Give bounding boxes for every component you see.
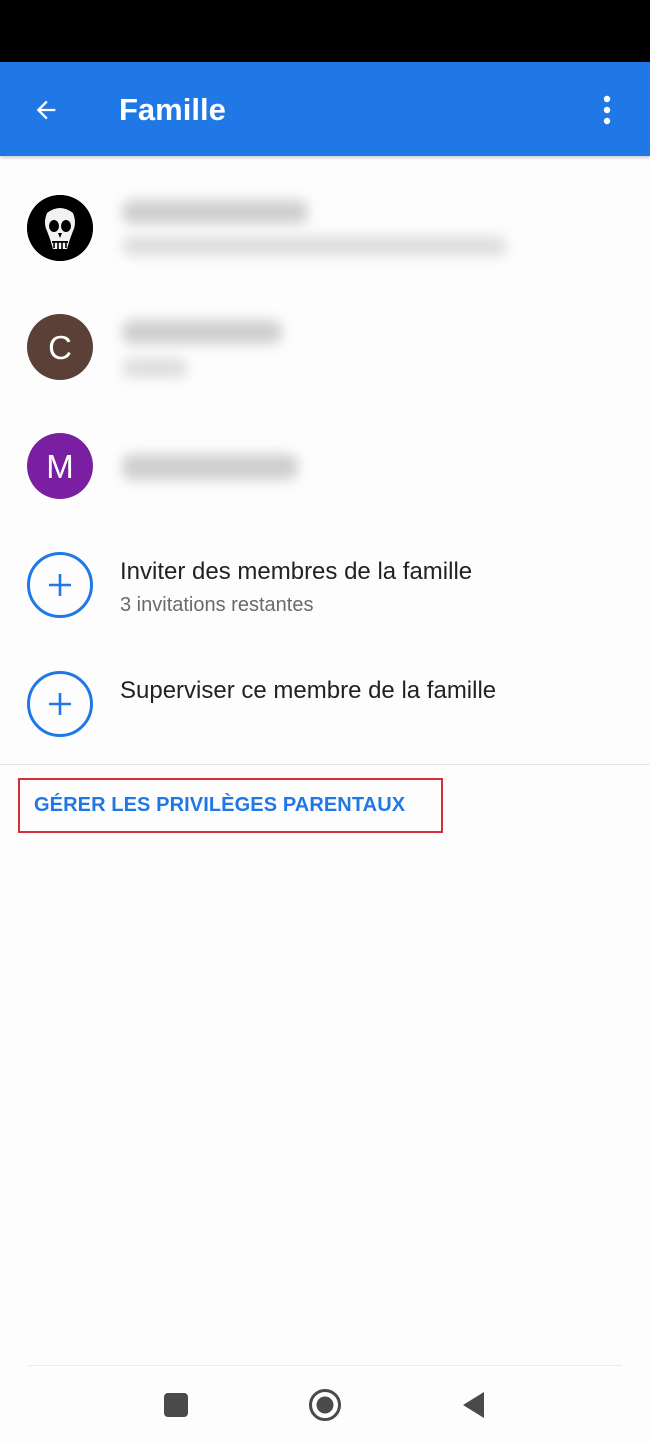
invite-subtitle: 3 invitations restantes bbox=[120, 594, 314, 616]
app-bar: Famille bbox=[0, 62, 650, 156]
family-member-row[interactable] bbox=[0, 168, 650, 286]
skull-icon bbox=[27, 195, 93, 261]
recents-button[interactable] bbox=[151, 1380, 201, 1430]
divider bbox=[0, 764, 650, 765]
family-member-row[interactable]: C bbox=[0, 288, 650, 406]
nav-divider bbox=[28, 1365, 622, 1366]
status-bar bbox=[0, 0, 650, 62]
member-name bbox=[122, 200, 308, 224]
plus-circle-icon bbox=[27, 671, 93, 737]
avatar-letter: C bbox=[48, 328, 72, 366]
skull-avatar bbox=[27, 195, 93, 261]
avatar-letter: M bbox=[46, 447, 74, 485]
member-detail bbox=[122, 236, 507, 256]
family-member-row[interactable]: M bbox=[0, 406, 650, 524]
invite-title: Inviter des membres de la famille bbox=[120, 558, 473, 585]
circle-home-icon bbox=[309, 1389, 341, 1421]
supervise-title: Superviser ce membre de la famille bbox=[120, 677, 497, 704]
member-detail bbox=[122, 358, 188, 378]
back-nav-button[interactable] bbox=[448, 1380, 498, 1430]
invite-members-row[interactable]: Inviter des membres de la famille 3 invi… bbox=[0, 525, 650, 643]
member-name bbox=[122, 320, 282, 344]
more-options-button[interactable] bbox=[584, 86, 630, 134]
avatar: C bbox=[27, 314, 93, 380]
member-name bbox=[122, 454, 298, 480]
page-title: Famille bbox=[119, 92, 226, 127]
arrow-back-icon bbox=[36, 100, 56, 120]
plus-circle-icon bbox=[27, 552, 93, 618]
supervise-member-row[interactable]: Superviser ce membre de la famille bbox=[0, 644, 650, 762]
home-button[interactable] bbox=[300, 1380, 350, 1430]
manage-parental-privileges-button[interactable]: GÉRER LES PRIVILÈGES PARENTAUX bbox=[18, 778, 443, 833]
avatar: M bbox=[27, 433, 93, 499]
back-button[interactable] bbox=[22, 86, 70, 134]
more-vert-icon bbox=[603, 95, 611, 125]
square-recents-icon bbox=[164, 1393, 188, 1417]
triangle-back-icon bbox=[463, 1392, 484, 1418]
